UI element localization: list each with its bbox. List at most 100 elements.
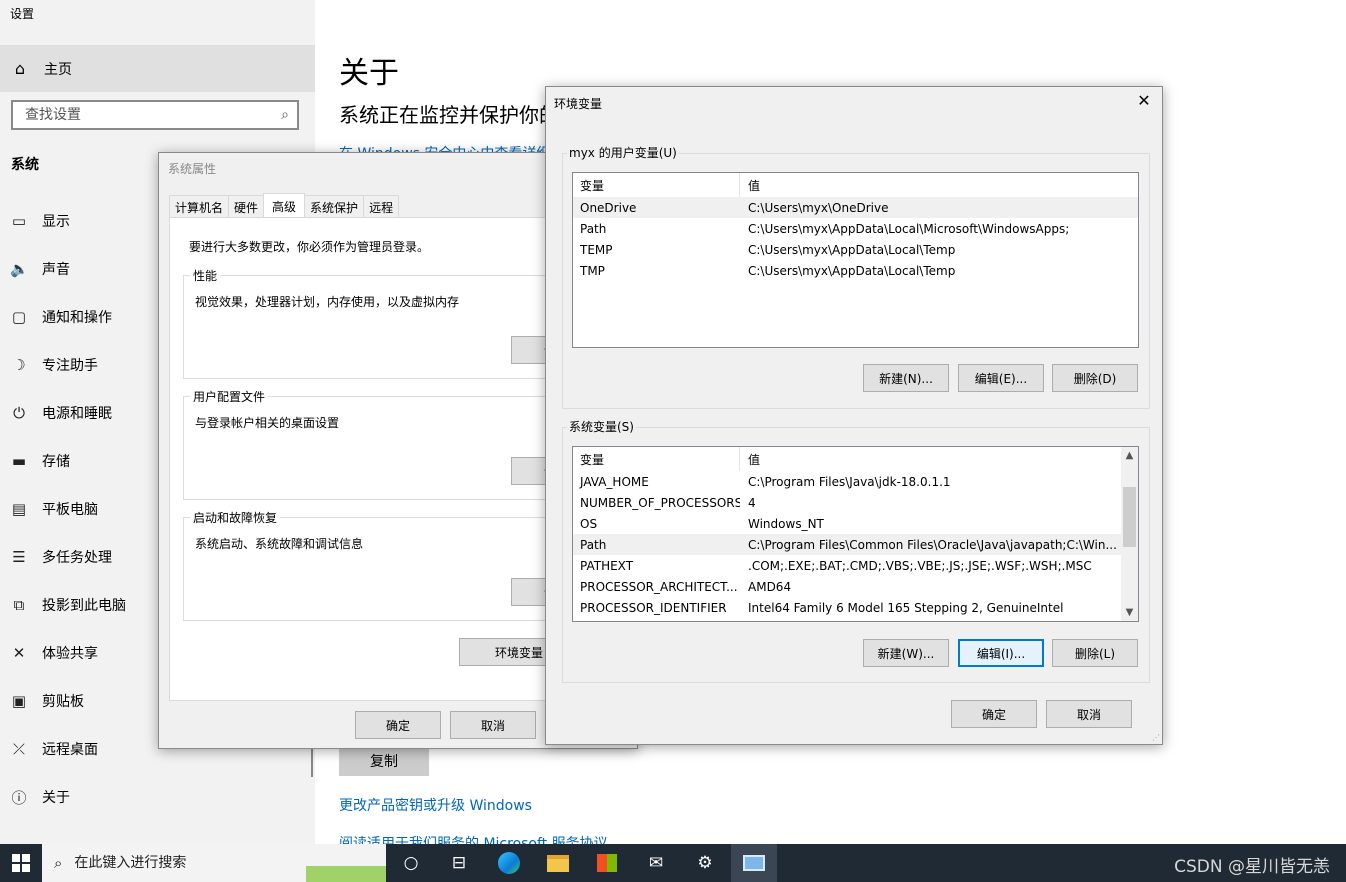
tab-hardware[interactable]: 硬件 xyxy=(228,195,265,218)
column-header-name[interactable]: 变量 xyxy=(573,173,740,197)
table-row[interactable]: PROCESSOR_IDENTIFIER Intel64 Family 6 Mod… xyxy=(573,597,1138,618)
tab-system-protection[interactable]: 系统保护 xyxy=(304,195,365,218)
dialog-title: 系统属性 xyxy=(168,162,217,176)
settings-search-input[interactable] xyxy=(23,106,253,124)
system-variables-list[interactable]: 变量 值 JAVA_HOME C:\Program Files\Java\jdk-… xyxy=(572,446,1139,622)
table-row[interactable]: JAVA_HOME C:\Program Files\Java\jdk-18.0.… xyxy=(573,471,1138,492)
nav-label: 投影到此电脑 xyxy=(42,598,126,614)
system-edit-button[interactable]: 编辑(I)... xyxy=(958,639,1044,667)
watermark: CSDN @星川皆无恙 xyxy=(1174,857,1330,877)
var-value: Intel64 Family 6 Model 165 Stepping 2, G… xyxy=(748,600,1064,615)
var-value: C:\Users\myx\AppData\Local\Temp xyxy=(748,263,956,278)
var-name: TEMP xyxy=(580,242,613,257)
page-title: 关于 xyxy=(339,56,399,91)
ok-button[interactable]: 确定 xyxy=(951,700,1037,728)
table-row[interactable]: OneDrive C:\Users\myx\OneDrive xyxy=(573,197,1138,218)
cancel-button[interactable]: 取消 xyxy=(450,711,536,739)
task-view-icon[interactable]: ⊟ xyxy=(436,844,482,882)
user-variables-list[interactable]: 变量 值 OneDrive C:\Users\myx\OneDrive Path C… xyxy=(572,172,1139,348)
product-key-link[interactable]: 更改产品密钥或升级 Windows xyxy=(339,795,532,815)
scrollbar[interactable] xyxy=(311,745,313,777)
mail-icon[interactable]: ✉ xyxy=(633,844,679,882)
scroll-up-icon[interactable]: ▲ xyxy=(1121,447,1138,464)
system-new-button[interactable]: 新建(W)... xyxy=(863,639,949,667)
copy-button[interactable]: 复制 xyxy=(339,746,429,776)
task-view-circle-icon[interactable]: ○ xyxy=(388,844,434,882)
var-name: Path xyxy=(580,221,607,236)
settings-gear-icon[interactable]: ⚙ xyxy=(682,844,728,882)
table-row[interactable]: Path C:\Users\myx\AppData\Local\Microsoft… xyxy=(573,218,1138,239)
nav-label: 远程桌面 xyxy=(42,742,98,758)
vertical-scrollbar[interactable]: ▲ ▼ xyxy=(1121,447,1138,621)
tab-computer-name[interactable]: 计算机名 xyxy=(169,195,230,218)
scroll-thumb[interactable] xyxy=(1123,487,1136,547)
nav-label: 存储 xyxy=(42,454,70,470)
table-row[interactable]: PATHEXT .COM;.EXE;.BAT;.CMD;.VBS;.VBE;.JS… xyxy=(573,555,1138,576)
remote-desktop-icon: ⤫ xyxy=(12,740,25,758)
var-value: C:\Users\myx\AppData\Local\Temp xyxy=(748,242,956,257)
var-value: AMD64 xyxy=(748,579,792,594)
nav-label: 通知和操作 xyxy=(42,310,112,326)
user-variables-group: myx 的用户变量(U) 变量 值 OneDrive C:\Users\myx\O… xyxy=(562,144,1150,409)
home-icon: ⌂ xyxy=(14,59,26,78)
group-title: 性能 xyxy=(190,267,221,284)
var-name: OneDrive xyxy=(580,200,637,215)
edge-icon[interactable] xyxy=(486,844,532,882)
taskbar: ⌕ ○ ⊟ ✉ ⚙ CSDN @星川皆无恙 xyxy=(0,844,1346,882)
group-title: 启动和故障恢复 xyxy=(190,509,281,526)
nav-label: 多任务处理 xyxy=(42,550,112,566)
taskbar-search[interactable]: ⌕ xyxy=(42,844,386,882)
store-icon[interactable] xyxy=(584,844,630,882)
list-header: 变量 值 xyxy=(573,447,1138,471)
cancel-button[interactable]: 取消 xyxy=(1046,700,1132,728)
column-header-name[interactable]: 变量 xyxy=(573,447,740,471)
taskbar-search-input[interactable] xyxy=(72,854,303,872)
tablet-icon: ▤ xyxy=(11,500,27,518)
clipboard-icon: ▣ xyxy=(11,692,27,710)
column-header-value[interactable]: 值 xyxy=(740,451,760,468)
table-row[interactable]: TEMP C:\Users\myx\AppData\Local\Temp xyxy=(573,239,1138,260)
var-name: OS xyxy=(580,516,598,531)
system-delete-button[interactable]: 删除(L) xyxy=(1052,639,1138,667)
close-icon[interactable]: ✕ xyxy=(1134,91,1154,110)
table-row[interactable]: PROCESSOR_ARCHITECT... AMD64 xyxy=(573,576,1138,597)
file-explorer-icon[interactable] xyxy=(535,844,581,882)
tab-advanced[interactable]: 高级 xyxy=(263,193,306,218)
group-title: 系统变量(S) xyxy=(567,418,636,435)
user-edit-button[interactable]: 编辑(E)... xyxy=(958,364,1044,392)
tab-strip: 计算机名 硬件 高级 系统保护 远程 xyxy=(169,193,400,218)
storage-icon: ▬ xyxy=(11,452,27,470)
terms-link[interactable]: 阅读适用于我们服务的 Microsoft 服务协议 xyxy=(339,833,608,844)
table-row[interactable]: NUMBER_OF_PROCESSORS 4 xyxy=(573,492,1138,513)
nav-item-about[interactable]: ⓘ 关于 xyxy=(0,773,315,821)
scroll-down-icon[interactable]: ▼ xyxy=(1121,604,1138,621)
admin-note: 要进行大多数更改，你必须作为管理员登录。 xyxy=(189,240,430,254)
table-row[interactable]: OS Windows_NT xyxy=(573,513,1138,534)
table-row[interactable]: Path C:\Program Files\Common Files\Oracle… xyxy=(573,534,1121,555)
var-name: NUMBER_OF_PROCESSORS xyxy=(580,495,740,510)
column-header-value[interactable]: 值 xyxy=(740,177,760,194)
system-properties-taskbar-icon[interactable] xyxy=(731,844,777,882)
settings-search[interactable]: ⌕ xyxy=(11,100,299,130)
nav-label: 显示 xyxy=(42,214,70,230)
resize-grip-icon[interactable]: ⋰ xyxy=(1152,733,1160,742)
search-icon: ⌕ xyxy=(54,854,63,872)
moon-icon: ☽ xyxy=(12,356,26,374)
display-icon: ▭ xyxy=(11,212,27,230)
power-icon: ⏻ xyxy=(13,404,25,422)
nav-label: 关于 xyxy=(42,790,70,806)
user-new-button[interactable]: 新建(N)... xyxy=(863,364,949,392)
ok-button[interactable]: 确定 xyxy=(355,711,441,739)
list-header: 变量 值 xyxy=(573,173,1138,197)
var-value: Windows_NT xyxy=(748,516,824,531)
nav-label: 声音 xyxy=(42,262,70,278)
nav-home[interactable]: ⌂ 主页 xyxy=(0,45,315,92)
var-value: C:\Users\myx\AppData\Local\Microsoft\Win… xyxy=(748,221,1070,236)
nav-label: 专注助手 xyxy=(42,358,98,374)
nav-label: 体验共享 xyxy=(42,646,98,662)
table-row[interactable]: TMP C:\Users\myx\AppData\Local\Temp xyxy=(573,260,1138,281)
tab-remote[interactable]: 远程 xyxy=(363,195,400,218)
user-delete-button[interactable]: 删除(D) xyxy=(1052,364,1138,392)
sound-icon: 🔈 xyxy=(10,260,29,278)
start-button[interactable] xyxy=(0,844,42,882)
